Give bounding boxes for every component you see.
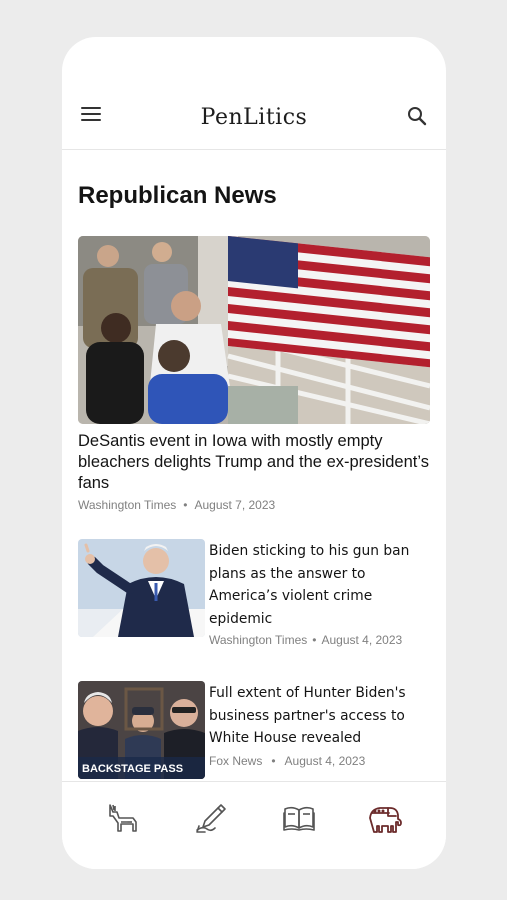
article-meta: Fox News • August 4, 2023 xyxy=(209,754,365,768)
article-date: August 4, 2023 xyxy=(321,633,403,647)
featured-article-title[interactable]: DeSantis event in Iowa with mostly empty… xyxy=(78,431,434,494)
image-caption: BACKSTAGE PASS xyxy=(82,763,183,775)
article-title[interactable]: Biden sticking to his gun ban plans as t… xyxy=(209,540,434,630)
article-source: Washington Times xyxy=(78,498,177,512)
article-source: Fox News xyxy=(209,754,263,768)
bottom-nav xyxy=(62,781,446,869)
page-title: Republican News xyxy=(78,182,277,209)
search-icon[interactable] xyxy=(406,105,428,127)
phone-frame: PenLitics Republican News DeSantis event… xyxy=(62,37,446,869)
article-source: Washington Times xyxy=(209,633,308,647)
pen-icon[interactable] xyxy=(194,802,228,834)
article-meta: Washington Times • August 4, 2023 xyxy=(209,633,402,647)
app-logo: PenLitics xyxy=(200,105,308,130)
book-icon[interactable] xyxy=(282,802,316,834)
news-feed[interactable]: Republican News DeSantis event in Iowa w… xyxy=(62,151,446,781)
article-image[interactable] xyxy=(78,539,205,637)
article-title[interactable]: Full extent of Hunter Biden's business p… xyxy=(209,682,434,750)
meta-separator: • xyxy=(271,754,276,768)
featured-article-image[interactable] xyxy=(78,236,430,424)
top-bar: PenLitics xyxy=(62,37,446,150)
meta-separator: • xyxy=(312,633,317,647)
featured-article-meta: Washington Times • August 7, 2023 xyxy=(78,498,275,512)
elephant-icon[interactable] xyxy=(368,802,402,834)
article-date: August 7, 2023 xyxy=(194,498,276,512)
donkey-icon[interactable] xyxy=(106,802,140,834)
meta-separator: • xyxy=(183,498,188,512)
article-image[interactable]: BACKSTAGE PASS xyxy=(78,681,205,779)
article-date: August 4, 2023 xyxy=(284,754,366,768)
